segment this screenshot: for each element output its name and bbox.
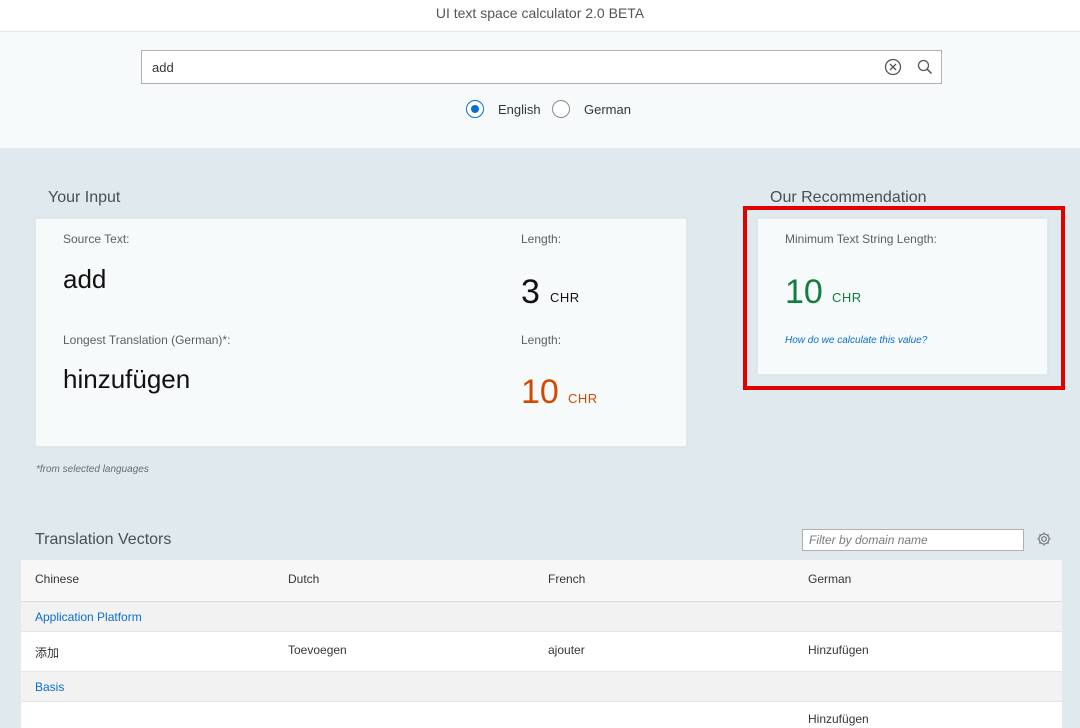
longest-length-label: Length: — [521, 333, 562, 347]
radio-english[interactable]: English — [466, 100, 541, 118]
source-text-label: Source Text: — [63, 232, 130, 246]
column-header-chinese[interactable]: Chinese — [35, 572, 79, 586]
cell-french: ajouter — [548, 643, 585, 657]
search-field[interactable] — [141, 50, 942, 84]
source-text-value: add — [63, 264, 107, 294]
your-input-title: Your Input — [48, 189, 121, 206]
search-icon[interactable] — [916, 58, 934, 76]
cell-chinese: 添加 — [35, 646, 60, 660]
longest-length-unit: CHR — [568, 391, 598, 406]
domain-filter[interactable] — [802, 529, 1024, 551]
footnote: *from selected languages — [36, 464, 149, 475]
app-title: UI text space calculator 2.0 BETA — [0, 0, 1080, 32]
group-row[interactable]: Application Platform — [21, 602, 1062, 632]
recommendation-title: Our Recommendation — [770, 189, 927, 206]
radio-english-label[interactable]: English — [498, 102, 541, 117]
source-length-unit: CHR — [550, 290, 580, 305]
input-card: Source Text: add Length: 3 CHR Longest T… — [35, 218, 687, 447]
radio-english-dot[interactable] — [466, 100, 484, 118]
column-header-dutch[interactable]: Dutch — [288, 572, 319, 586]
search-area: English German — [0, 32, 1080, 148]
table-row[interactable]: Hinzufügen — [21, 702, 1062, 728]
column-header-french[interactable]: French — [548, 572, 585, 586]
longest-length-value: 10 — [521, 373, 559, 411]
longest-translation-value: hinzufügen — [63, 364, 191, 394]
radio-german-dot[interactable] — [552, 100, 570, 118]
group-row[interactable]: Basis — [21, 672, 1062, 702]
column-header-german[interactable]: German — [808, 572, 851, 586]
clear-icon[interactable] — [884, 58, 902, 76]
cell-dutch: Toevoegen — [288, 643, 347, 657]
cell-german: Hinzufügen — [808, 712, 869, 726]
radio-german[interactable]: German — [552, 100, 631, 118]
cell-german: Hinzufügen — [808, 643, 869, 657]
group-label-application-platform[interactable]: Application Platform — [35, 610, 142, 624]
highlight-box — [743, 206, 1065, 390]
gear-icon[interactable] — [1036, 531, 1052, 547]
translation-table: Chinese Dutch French German Application … — [21, 560, 1062, 728]
source-length-value: 3 — [521, 273, 540, 311]
source-length-label: Length: — [521, 232, 562, 246]
radio-german-label[interactable]: German — [584, 102, 631, 117]
domain-filter-input[interactable] — [803, 530, 1023, 550]
group-label-basis[interactable]: Basis — [35, 680, 64, 694]
longest-translation-label: Longest Translation (German)*: — [63, 333, 231, 347]
translation-vectors-title: Translation Vectors — [35, 531, 172, 548]
search-input[interactable] — [152, 51, 852, 83]
table-row[interactable]: 添加 Toevoegen ajouter Hinzufügen — [21, 632, 1062, 672]
table-header: Chinese Dutch French German — [21, 560, 1062, 602]
